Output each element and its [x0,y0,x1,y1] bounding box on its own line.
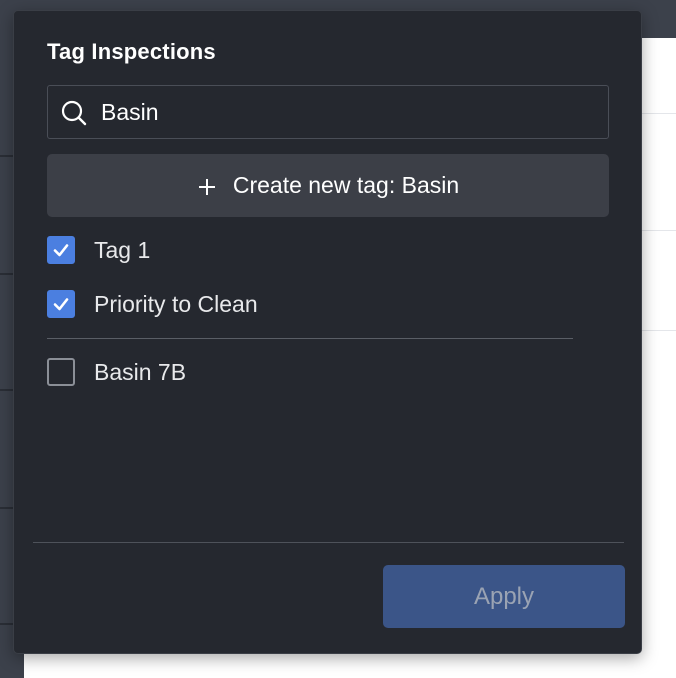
tag-checkbox[interactable] [47,290,75,318]
checkmark-icon [53,244,69,257]
search-icon [60,99,88,127]
tag-search-input[interactable] [101,95,591,129]
tag-option-tag-1[interactable]: Tag 1 [47,235,150,265]
tag-inspections-popover: Tag Inspections Create new tag: Basin Ta… [13,10,642,654]
tag-list-divider [47,338,573,339]
tag-checkbox[interactable] [47,236,75,264]
plus-icon [197,176,217,196]
checkmark-icon [53,298,69,311]
tag-option-priority-to-clean[interactable]: Priority to Clean [47,289,258,319]
create-new-tag-label: Create new tag: Basin [232,172,460,198]
tag-option-label: Tag 1 [94,236,151,263]
tag-option-label: Priority to Clean [94,290,258,317]
footer-divider [33,542,624,543]
create-new-tag-button[interactable]: Create new tag: Basin [47,154,609,217]
tag-option-label: Basin 7B [94,358,187,385]
tag-option-basin-7b[interactable]: Basin 7B [47,357,186,387]
tag-search-box[interactable] [47,85,609,139]
popover-title: Tag Inspections [47,39,216,64]
tag-checkbox[interactable] [47,358,75,386]
apply-button[interactable]: Apply [383,565,625,628]
